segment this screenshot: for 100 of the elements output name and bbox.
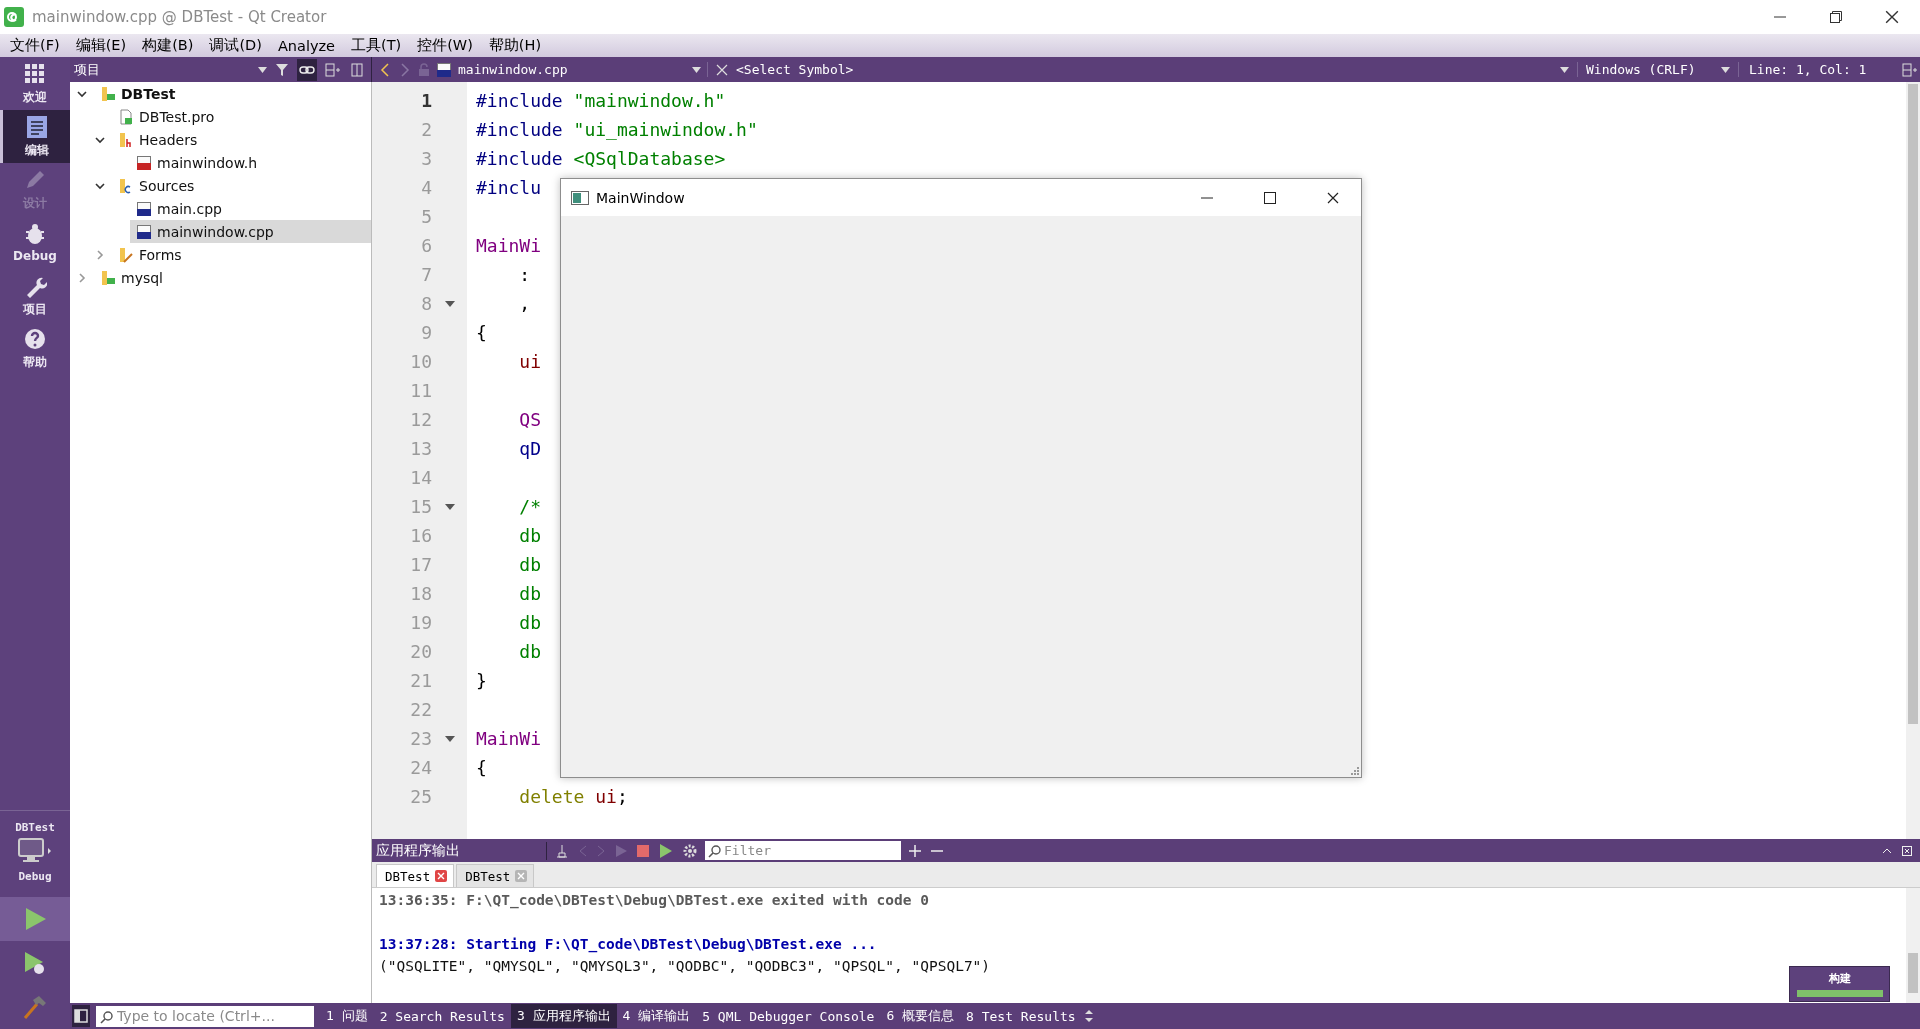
search-icon [100,1009,114,1024]
close-tab-icon[interactable] [435,870,448,882]
link-button[interactable] [297,58,317,81]
menu-item[interactable]: 文件(F) [2,34,68,57]
menu-item[interactable]: 工具(T) [343,34,410,57]
mode-button[interactable]: Debug [0,216,70,269]
menu-item[interactable]: 调试(D) [201,34,270,57]
clear-icon [555,843,569,858]
filter-field[interactable]: Filter [705,841,901,860]
restore-icon [1829,10,1843,24]
back-icon [380,62,390,77]
line-ending-selector[interactable]: Windows (CRLF) [1584,62,1739,77]
output-pane-button[interactable]: 3 应用程序输出 [510,1004,617,1028]
tree-item[interactable]: main.cpp [130,197,371,220]
tree-item[interactable]: Forms [112,243,371,266]
output-line: 13:37:28: Starting F:\QT_code\DBTest\Debug\DBTest.exe ... [379,935,878,955]
run-button[interactable] [0,897,70,941]
settings-icon [683,843,697,858]
code-line: , [518,292,531,316]
menu-item[interactable]: 构建(B) [134,34,202,57]
output-line: ("QSQLITE", "QMYSQL", "QMYSQL3", "QODBC", "QODBC3", "QPSQL", "QPSQL7") [379,957,992,976]
link-icon [299,63,315,76]
output-pane-button[interactable]: 6 概要信息 [880,1004,961,1028]
split-icon [1902,62,1918,77]
output-pane-button[interactable]: 2 Search Results [373,1004,511,1028]
output-pane-button[interactable]: 8 Test Results [960,1004,1082,1028]
build-label: 构建 [1828,971,1851,986]
menu-item[interactable]: 编辑(E) [67,34,135,57]
symbol-selector[interactable]: <Select Symbol> [736,62,1578,77]
line-number: 1 [420,90,432,111]
code-line: #include "mainwindow.h" [476,89,726,113]
view-selector[interactable]: 项目 [74,60,267,79]
debug-run-icon [659,843,673,858]
code-line: #inclu [476,176,542,200]
up-down-arrows-icon [1083,1009,1094,1023]
previous-icon [579,844,587,857]
code-line: MainWi [476,727,542,751]
tree-item[interactable]: Headers [112,128,371,151]
close-pane-icon [351,62,363,77]
code-line: MainWi [476,234,542,258]
cpp-file-icon [136,223,152,240]
menu-item[interactable]: 帮助(H) [480,34,550,57]
line-number: 23 [409,728,432,749]
line-number: 21 [409,670,432,691]
tree-item[interactable]: DBTest.pro [112,105,371,128]
maximize-pane-icon [1882,847,1892,854]
menu-item[interactable]: 控件(W) [409,34,481,57]
line-number: 5 [420,206,432,227]
line-number: 12 [409,409,432,430]
document-icon [24,114,49,139]
line-number: 20 [409,641,432,662]
line-number: 10 [409,351,432,372]
file-selector[interactable]: mainwindow.cpp [458,62,708,77]
grid-icon [23,61,47,86]
output-tab[interactable]: DBTest [376,864,455,887]
fold-arrow-icon[interactable] [444,735,455,742]
output-pane-button[interactable]: 5 QML Debugger Console [696,1004,881,1028]
output-pane-button[interactable]: 4 编译输出 [616,1004,697,1028]
cpp-file-icon [436,61,452,78]
tree-item[interactable]: mainwindow.cpp [130,220,371,243]
lock-icon [418,62,430,77]
code-line: { [476,321,487,345]
output-tab[interactable]: DBTest [456,864,535,887]
mode-button[interactable]: 欢迎 [0,57,70,110]
mode-button[interactable]: 项目 [0,269,70,322]
project-folder-icon [100,269,116,286]
forward-icon [400,62,410,77]
tree-item[interactable]: Sources [112,174,371,197]
sidebar-toggle-button[interactable] [72,1005,90,1027]
stop-icon [637,844,649,857]
tree-item[interactable]: mysql [94,266,371,289]
code-line: db [518,611,542,635]
line-number: 9 [420,322,432,343]
dropdown-arrow-icon [1721,66,1730,73]
dropdown-arrow-icon [258,66,267,73]
resize-grip-icon[interactable] [1349,765,1359,775]
line-number: 17 [409,554,432,575]
fold-arrow-icon[interactable] [444,300,455,307]
cpp-file-icon [136,200,152,217]
tree-item[interactable]: DBTest [94,82,371,105]
mode-button[interactable]: 帮助 [0,322,70,375]
next-icon [597,844,605,857]
output-pane-button[interactable]: 1 问题 [320,1004,374,1028]
fold-arrow-icon[interactable] [444,503,455,510]
mode-button[interactable]: 编辑 [0,110,70,163]
code-line: QS [518,408,542,432]
output-pane-title: 应用程序输出 [372,841,547,860]
tree-item[interactable]: mainwindow.h [130,151,371,174]
maximize-icon [1264,191,1276,204]
line-number: 19 [409,612,432,633]
line-number: 24 [409,757,432,778]
line-number: 4 [420,177,432,198]
code-line: delete ui; [518,785,628,809]
line-number: 3 [420,148,432,169]
code-line: db [518,640,542,664]
app-logo-icon [4,7,24,27]
locate-field[interactable]: Type to locate (Ctrl+... [96,1005,314,1027]
output-line: 13:36:35: F:\QT_code\DBTest\Debug\DBTest.exe exited with code 0 [379,891,930,911]
code-line: } [476,669,487,693]
menu-item[interactable]: Analyze [269,34,344,57]
